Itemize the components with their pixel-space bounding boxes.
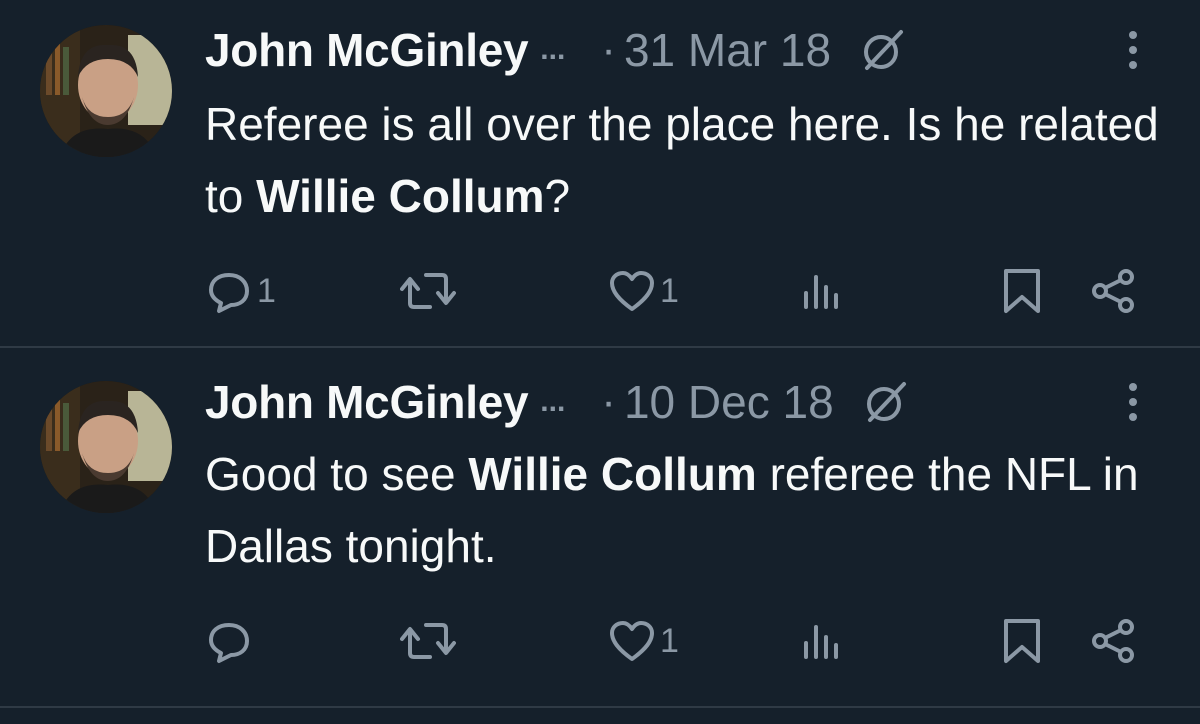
tweet-text: Good to see Willie Collum referee the NF… (205, 438, 1165, 582)
like-button[interactable]: 1 (608, 616, 679, 666)
retweet-icon (400, 623, 456, 659)
tweet[interactable]: John McGinley ... · 31 Mar 18 Referee is… (0, 0, 1200, 346)
like-count: 1 (660, 271, 679, 310)
reply-button[interactable] (205, 616, 257, 666)
retweet-button[interactable] (400, 616, 456, 666)
like-icon (610, 621, 654, 661)
tweet-text-part: Good to see (205, 448, 469, 500)
share-button[interactable] (1090, 616, 1138, 666)
tweet-text-part: ? (544, 170, 571, 222)
reply-count: 1 (257, 271, 276, 310)
reply-icon (209, 623, 249, 663)
avatar[interactable] (40, 381, 172, 513)
reply-button[interactable]: 1 (205, 266, 276, 316)
share-icon (1092, 619, 1134, 663)
views-icon (804, 275, 838, 309)
grok-icon[interactable] (862, 378, 910, 426)
name-ellipsis: ... (540, 33, 566, 66)
reply-icon (209, 273, 249, 313)
more-icon[interactable] (1118, 374, 1148, 430)
name-ellipsis: ... (540, 385, 566, 418)
retweet-icon (400, 273, 456, 309)
tweet-header: John McGinley ... · 31 Mar 18 (205, 22, 907, 78)
tweet-text: Referee is all over the place here. Is h… (205, 88, 1165, 232)
tweet-header: John McGinley ... · 10 Dec 18 (205, 374, 910, 430)
tweet-date[interactable]: 10 Dec 18 (624, 375, 834, 429)
tweet[interactable]: John McGinley ... · 10 Dec 18 Good to se… (0, 348, 1200, 694)
like-button[interactable]: 1 (608, 266, 679, 316)
like-icon (610, 271, 654, 311)
avatar[interactable] (40, 25, 172, 157)
share-button[interactable] (1090, 266, 1138, 316)
retweet-button[interactable] (400, 266, 456, 316)
tweet-text-bold: Willie Collum (256, 170, 545, 222)
share-icon (1092, 269, 1134, 313)
tweet-text-bold: Willie Collum (468, 448, 757, 500)
views-button[interactable] (798, 266, 846, 316)
author-name[interactable]: John McGinley (205, 375, 529, 429)
tweet-divider (0, 706, 1200, 708)
tweet-date[interactable]: 31 Mar 18 (624, 23, 831, 77)
separator: · (601, 25, 616, 74)
views-icon (804, 625, 838, 659)
bookmark-icon (1004, 269, 1040, 313)
bookmark-icon (1004, 619, 1040, 663)
bookmark-button[interactable] (998, 616, 1046, 666)
more-icon[interactable] (1118, 22, 1148, 78)
like-count: 1 (660, 621, 679, 660)
views-button[interactable] (798, 616, 846, 666)
separator: · (601, 377, 616, 426)
author-name[interactable]: John McGinley (205, 23, 529, 77)
bookmark-button[interactable] (998, 266, 1046, 316)
grok-icon[interactable] (859, 26, 907, 74)
